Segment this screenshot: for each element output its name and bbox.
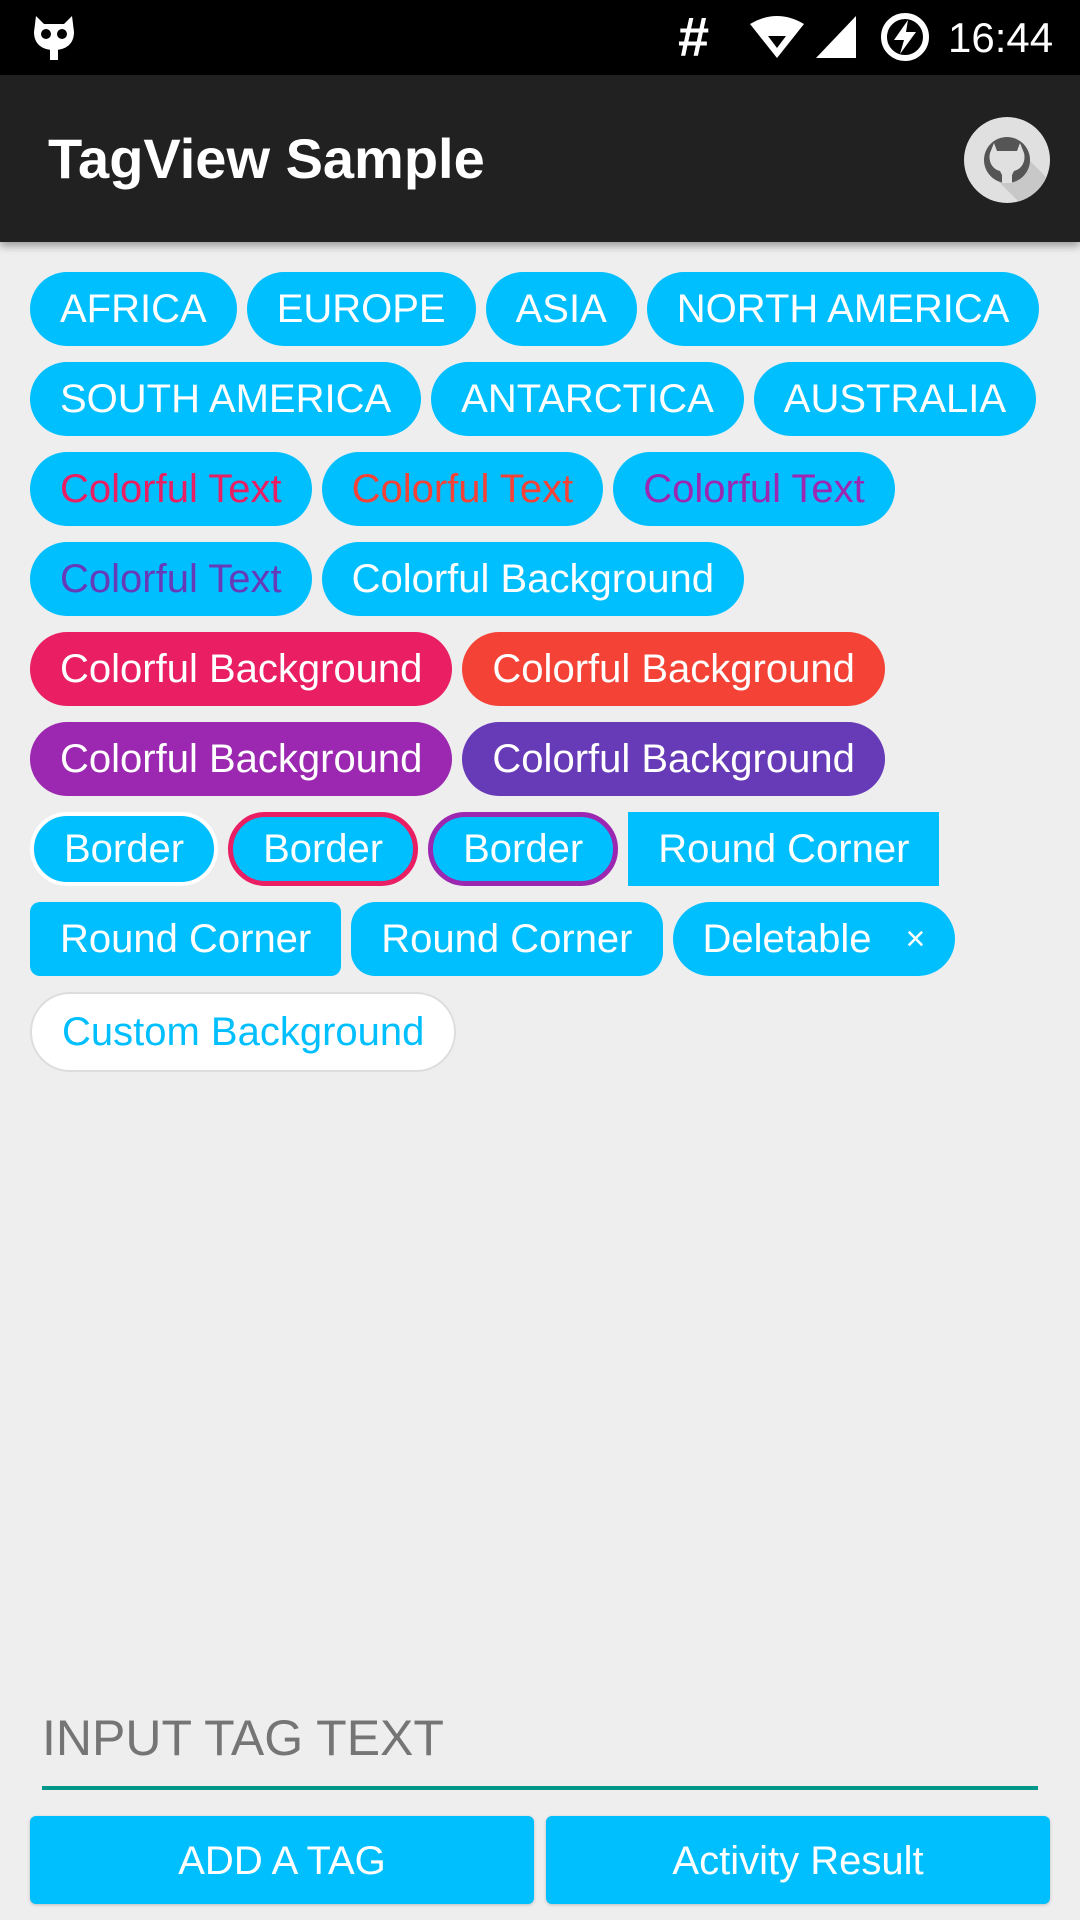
tag-label: Round Corner bbox=[658, 827, 910, 871]
delete-icon[interactable]: × bbox=[906, 902, 926, 976]
tag-label: Colorful Text bbox=[60, 557, 282, 601]
tag-colorful-background[interactable]: Colorful Background bbox=[321, 542, 745, 616]
github-button[interactable] bbox=[964, 117, 1050, 203]
tag-round-corner[interactable]: Round Corner bbox=[30, 902, 342, 976]
activity-result-button[interactable]: Activity Result bbox=[546, 1816, 1050, 1904]
tag-label: Border bbox=[263, 827, 384, 871]
tag-label: ASIA bbox=[515, 287, 607, 331]
tag-round-corner[interactable]: Round Corner bbox=[628, 812, 940, 886]
tag-antarctica[interactable]: ANTARCTICA bbox=[431, 362, 744, 436]
tag-colorful-text[interactable]: Colorful Text bbox=[613, 452, 895, 526]
tag-africa[interactable]: AFRICA bbox=[30, 272, 237, 346]
tag-label: Colorful Text bbox=[351, 467, 574, 511]
tag-round-corner[interactable]: Round Corner bbox=[351, 902, 663, 976]
tag-label: Round Corner bbox=[381, 917, 633, 961]
tag-label: Custom Background bbox=[62, 1010, 425, 1054]
tag-label: SOUTH AMERICA bbox=[60, 377, 392, 421]
battery-charging-icon bbox=[881, 13, 929, 61]
tag-colorful-background[interactable]: Colorful Background bbox=[462, 632, 885, 706]
tag-custom-background[interactable]: Custom Background bbox=[30, 992, 457, 1072]
tag-border[interactable]: Border bbox=[428, 812, 619, 886]
tag-label: NORTH AMERICA bbox=[676, 287, 1010, 331]
tag-label: Colorful Background bbox=[60, 647, 423, 691]
tag-colorful-text[interactable]: Colorful Text bbox=[30, 542, 312, 616]
tag-label: Colorful Text bbox=[60, 467, 282, 511]
add-tag-button[interactable]: ADD A TAG bbox=[30, 1816, 534, 1904]
wifi-icon bbox=[750, 16, 804, 58]
status-bar: # 16:44 bbox=[0, 0, 1080, 75]
tag-label: Deletable bbox=[702, 917, 872, 961]
tag-colorful-background[interactable]: Colorful Background bbox=[30, 722, 453, 796]
tag-europe[interactable]: EUROPE bbox=[246, 272, 476, 346]
tag-colorful-text[interactable]: Colorful Text bbox=[30, 452, 312, 526]
hash-indicator: # bbox=[678, 5, 710, 68]
tag-label: Colorful Background bbox=[351, 557, 715, 601]
tag-label: Colorful Background bbox=[492, 647, 855, 691]
tag-input-wrapper bbox=[42, 1690, 1038, 1790]
github-icon bbox=[984, 137, 1050, 203]
tag-deletable[interactable]: Deletable × bbox=[672, 902, 956, 976]
tag-label: AFRICA bbox=[60, 287, 207, 331]
status-time: 16:44 bbox=[948, 14, 1054, 61]
tag-label: EUROPE bbox=[276, 287, 446, 331]
tag-container: AFRICA EUROPE ASIA NORTH AMERICA SOUTH A… bbox=[30, 272, 1060, 1088]
tag-label: ANTARCTICA bbox=[461, 377, 714, 421]
tag-australia[interactable]: AUSTRALIA bbox=[753, 362, 1037, 436]
tag-label: Round Corner bbox=[60, 917, 312, 961]
tag-border[interactable]: Border bbox=[228, 812, 419, 886]
tag-colorful-text[interactable]: Colorful Text bbox=[321, 452, 604, 526]
tag-border[interactable]: Border bbox=[30, 812, 219, 886]
tag-label: AUSTRALIA bbox=[783, 377, 1007, 421]
tag-label: Border bbox=[64, 827, 185, 871]
app-notification-icon bbox=[34, 16, 74, 60]
tag-asia[interactable]: ASIA bbox=[485, 272, 637, 346]
page-title: TagView Sample bbox=[48, 127, 485, 190]
tag-colorful-background[interactable]: Colorful Background bbox=[462, 722, 885, 796]
tag-input[interactable] bbox=[42, 1690, 1038, 1790]
tag-colorful-background[interactable]: Colorful Background bbox=[30, 632, 453, 706]
tag-label: Colorful Background bbox=[60, 737, 423, 781]
tag-label: Colorful Background bbox=[492, 737, 855, 781]
tag-south-america[interactable]: SOUTH AMERICA bbox=[30, 362, 422, 436]
tag-label: Colorful Text bbox=[643, 467, 865, 511]
cell-signal-icon bbox=[816, 16, 856, 58]
tag-north-america[interactable]: NORTH AMERICA bbox=[646, 272, 1040, 346]
tag-label: Border bbox=[463, 827, 584, 871]
app-bar: TagView Sample bbox=[0, 75, 1080, 242]
